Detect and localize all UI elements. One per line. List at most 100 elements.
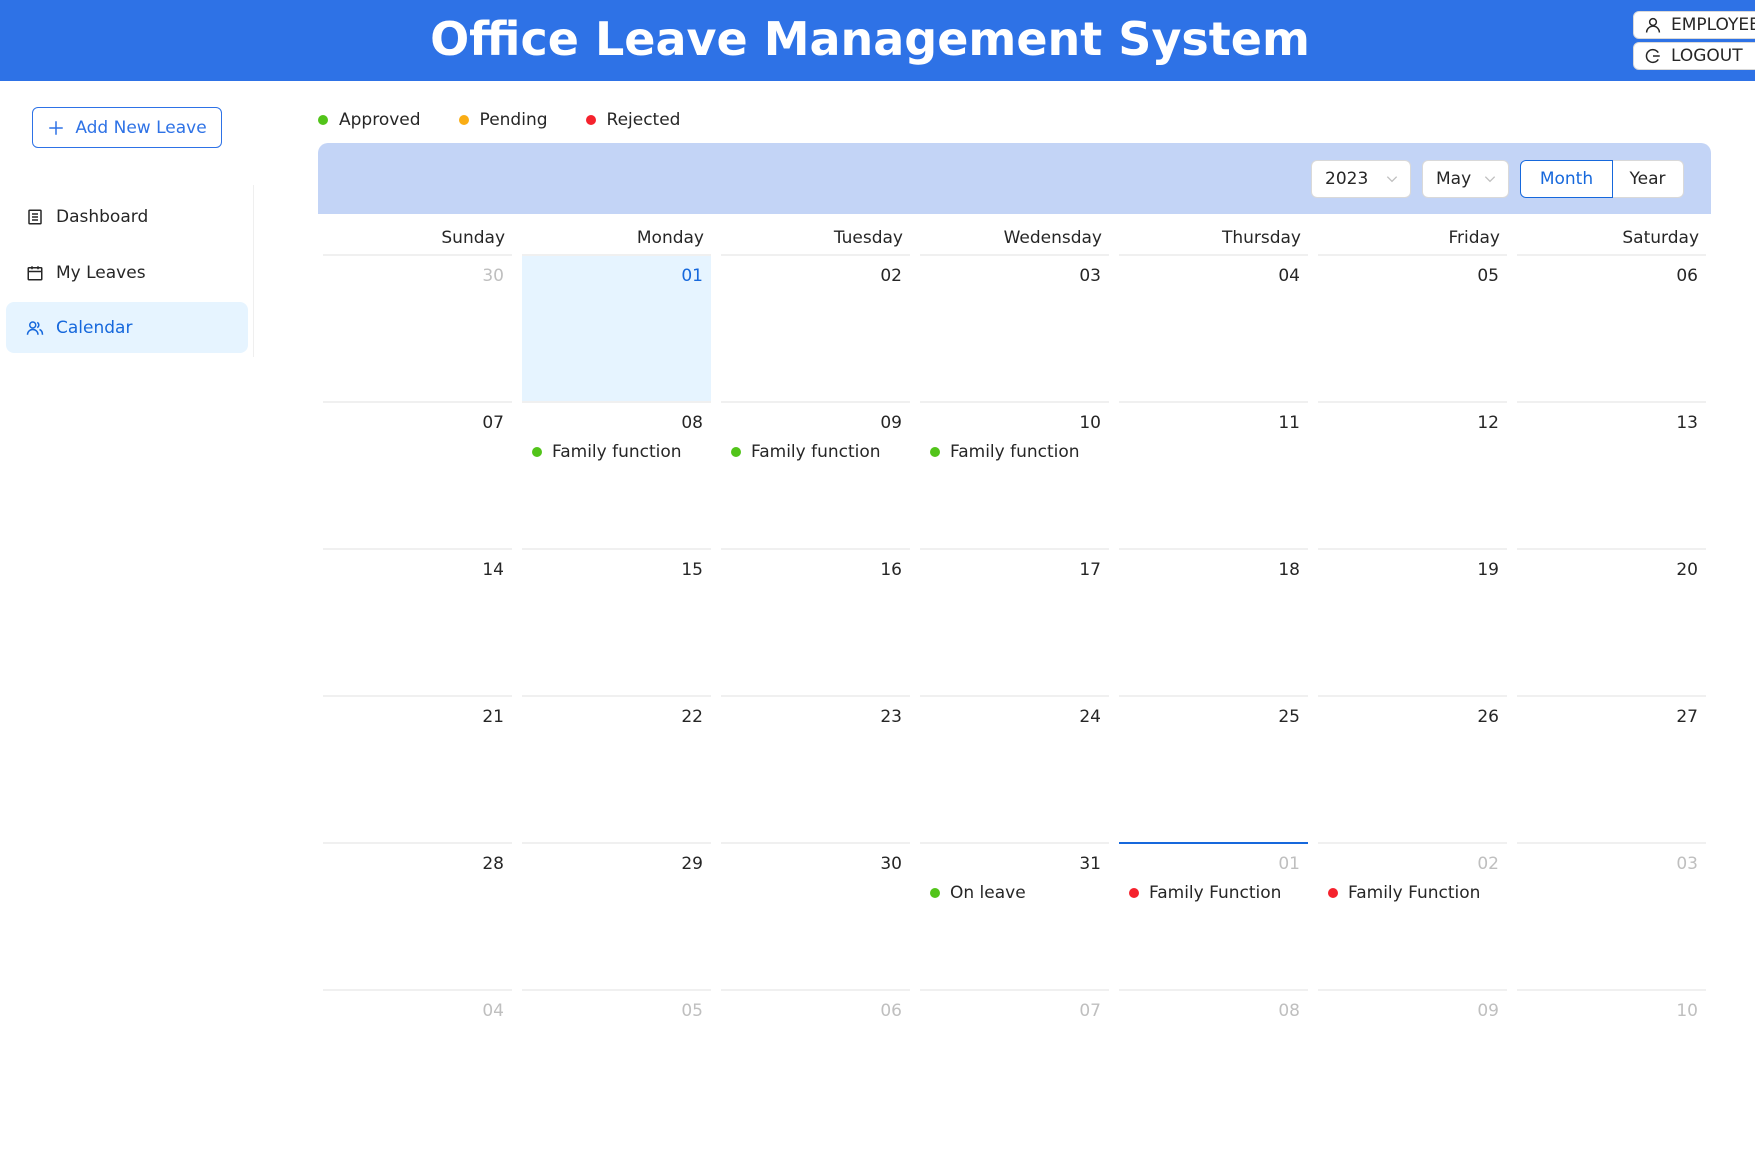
day-number: 06 bbox=[1676, 266, 1698, 286]
calendar-day-cell[interactable]: 28 bbox=[323, 842, 512, 989]
day-number: 22 bbox=[681, 707, 703, 727]
calendar-day-cell[interactable]: 04 bbox=[1119, 254, 1308, 401]
weekday-label: Wedensday bbox=[1003, 228, 1102, 248]
pending-dot bbox=[458, 115, 469, 125]
leave-event-label: Family function bbox=[552, 442, 682, 462]
calendar-day-cell[interactable]: 18 bbox=[1119, 548, 1308, 695]
leave-event-label: Family Function bbox=[1149, 883, 1282, 903]
sidebar-item-calendar[interactable]: Calendar bbox=[6, 302, 248, 353]
leave-event[interactable]: Family Function bbox=[1129, 883, 1281, 903]
calendar-day-cell[interactable]: 01 Family Function bbox=[1119, 842, 1308, 989]
user-icon bbox=[1645, 17, 1661, 33]
day-number: 29 bbox=[681, 854, 703, 874]
calendar-day-cell[interactable]: 12 bbox=[1318, 401, 1507, 548]
day-number: 13 bbox=[1676, 413, 1698, 433]
day-number: 07 bbox=[482, 413, 504, 433]
leave-event[interactable]: Family function bbox=[532, 442, 682, 462]
calendar-day-cell[interactable]: 21 bbox=[323, 695, 512, 842]
weekday-header: Sunday Monday Tuesday Wedensday Thursday Frid… bbox=[318, 214, 1711, 254]
calendar-day-cell[interactable]: 11 bbox=[1119, 401, 1308, 548]
legend-approved: Approved bbox=[318, 110, 421, 130]
calendar-day-cell[interactable]: 08 Family function bbox=[522, 401, 711, 548]
leave-event[interactable]: Family function bbox=[930, 442, 1080, 462]
calendar-day-cell[interactable]: 25 bbox=[1119, 695, 1308, 842]
sidebar-item-my-leaves[interactable]: My Leaves bbox=[6, 247, 248, 298]
status-dot bbox=[731, 447, 741, 457]
calendar-day-cell[interactable]: 09 Family function bbox=[721, 401, 910, 548]
calendar-day-cell[interactable]: 02 Family Function bbox=[1318, 842, 1507, 989]
day-number: 04 bbox=[1278, 266, 1300, 286]
status-dot bbox=[930, 447, 940, 457]
calendar-day-cell[interactable]: 14 bbox=[323, 548, 512, 695]
sidebar-item-dashboard[interactable]: Dashboard bbox=[6, 191, 248, 242]
legend-label: Rejected bbox=[606, 110, 681, 130]
add-new-leave-button[interactable]: Add New Leave bbox=[32, 107, 222, 148]
sidebar-divider bbox=[253, 185, 254, 357]
app-title: Office Leave Management System bbox=[430, 12, 1310, 66]
calendar-day-cell[interactable]: 24 bbox=[920, 695, 1109, 842]
weekday-label: Saturday bbox=[1622, 228, 1699, 248]
calendar-day-cell[interactable]: 03 bbox=[1517, 842, 1706, 989]
leave-event[interactable]: Family Function bbox=[1328, 883, 1480, 903]
logout-button[interactable]: LOGOUT bbox=[1633, 42, 1755, 70]
month-value: May bbox=[1436, 169, 1472, 189]
employee-button[interactable]: EMPLOYEE bbox=[1633, 11, 1755, 39]
calendar-day-cell[interactable]: 08 bbox=[1119, 989, 1308, 1136]
calendar-day-cell[interactable]: 10 Family function bbox=[920, 401, 1109, 548]
calendar-day-cell[interactable]: 06 bbox=[1517, 254, 1706, 401]
year-select[interactable]: 2023 bbox=[1311, 160, 1411, 198]
legend-label: Approved bbox=[339, 110, 421, 130]
mode-month-button[interactable]: Month bbox=[1520, 160, 1613, 198]
calendar-day-cell[interactable]: 29 bbox=[522, 842, 711, 989]
day-number: 05 bbox=[681, 1001, 703, 1021]
calendar-day-cell[interactable]: 23 bbox=[721, 695, 910, 842]
calendar-day-cell[interactable]: 05 bbox=[1318, 254, 1507, 401]
calendar-day-cell[interactable]: 07 bbox=[323, 401, 512, 548]
team-icon bbox=[26, 320, 44, 335]
day-number: 14 bbox=[482, 560, 504, 580]
month-select[interactable]: May bbox=[1422, 160, 1509, 198]
leave-event[interactable]: On leave bbox=[930, 883, 1026, 903]
calendar-week-row: 30 01 02 03 04 05 06 bbox=[318, 254, 1711, 401]
calendar-day-cell[interactable]: 20 bbox=[1517, 548, 1706, 695]
calendar-day-cell[interactable]: 15 bbox=[522, 548, 711, 695]
weekday-label: Sunday bbox=[441, 228, 505, 248]
day-number: 26 bbox=[1477, 707, 1499, 727]
day-number: 17 bbox=[1079, 560, 1101, 580]
calendar-day-cell[interactable]: 03 bbox=[920, 254, 1109, 401]
calendar-day-cell[interactable]: 30 bbox=[721, 842, 910, 989]
calendar-toolbar: 2023 May Month Year bbox=[318, 143, 1711, 214]
calendar-weeks: 30 01 02 03 04 05 06 07 08 Family function 09 Famil… bbox=[318, 254, 1711, 1136]
sidebar-item-label: My Leaves bbox=[56, 262, 146, 283]
calendar-day-cell[interactable]: 06 bbox=[721, 989, 910, 1136]
calendar-day-cell[interactable]: 22 bbox=[522, 695, 711, 842]
calendar-day-cell[interactable]: 26 bbox=[1318, 695, 1507, 842]
calendar-day-cell[interactable]: 07 bbox=[920, 989, 1109, 1136]
calendar-day-cell[interactable]: 27 bbox=[1517, 695, 1706, 842]
day-number: 19 bbox=[1477, 560, 1499, 580]
mode-year-button[interactable]: Year bbox=[1612, 160, 1684, 198]
calendar-day-cell[interactable]: 10 bbox=[1517, 989, 1706, 1136]
calendar-day-cell[interactable]: 09 bbox=[1318, 989, 1507, 1136]
weekday-label: Tuesday bbox=[833, 228, 903, 248]
calendar-day-cell[interactable]: 05 bbox=[522, 989, 711, 1136]
app-header: Office Leave Management System bbox=[0, 0, 1755, 81]
day-number: 07 bbox=[1079, 1001, 1101, 1021]
calendar-day-cell[interactable]: 17 bbox=[920, 548, 1109, 695]
calendar-day-cell[interactable]: 13 bbox=[1517, 401, 1706, 548]
calendar-day-cell[interactable]: 16 bbox=[721, 548, 910, 695]
calendar-day-cell[interactable]: 31 On leave bbox=[920, 842, 1109, 989]
status-legend: Approved Pending Rejected bbox=[318, 108, 718, 132]
legend-rejected: Rejected bbox=[585, 110, 681, 130]
calendar-day-cell[interactable]: 30 bbox=[323, 254, 512, 401]
add-new-leave-label: Add New Leave bbox=[75, 117, 207, 138]
calendar-day-cell[interactable]: 04 bbox=[323, 989, 512, 1136]
calendar-week-row: 28 29 30 31 On leave 01 Family Function 02 Famil… bbox=[318, 842, 1711, 989]
day-number: 02 bbox=[1477, 854, 1499, 874]
calendar-day-cell[interactable]: 19 bbox=[1318, 548, 1507, 695]
year-value: 2023 bbox=[1325, 169, 1369, 189]
leave-event[interactable]: Family function bbox=[731, 442, 881, 462]
day-number: 09 bbox=[1477, 1001, 1499, 1021]
calendar-day-cell[interactable]: 01 bbox=[522, 254, 711, 401]
calendar-day-cell[interactable]: 02 bbox=[721, 254, 910, 401]
